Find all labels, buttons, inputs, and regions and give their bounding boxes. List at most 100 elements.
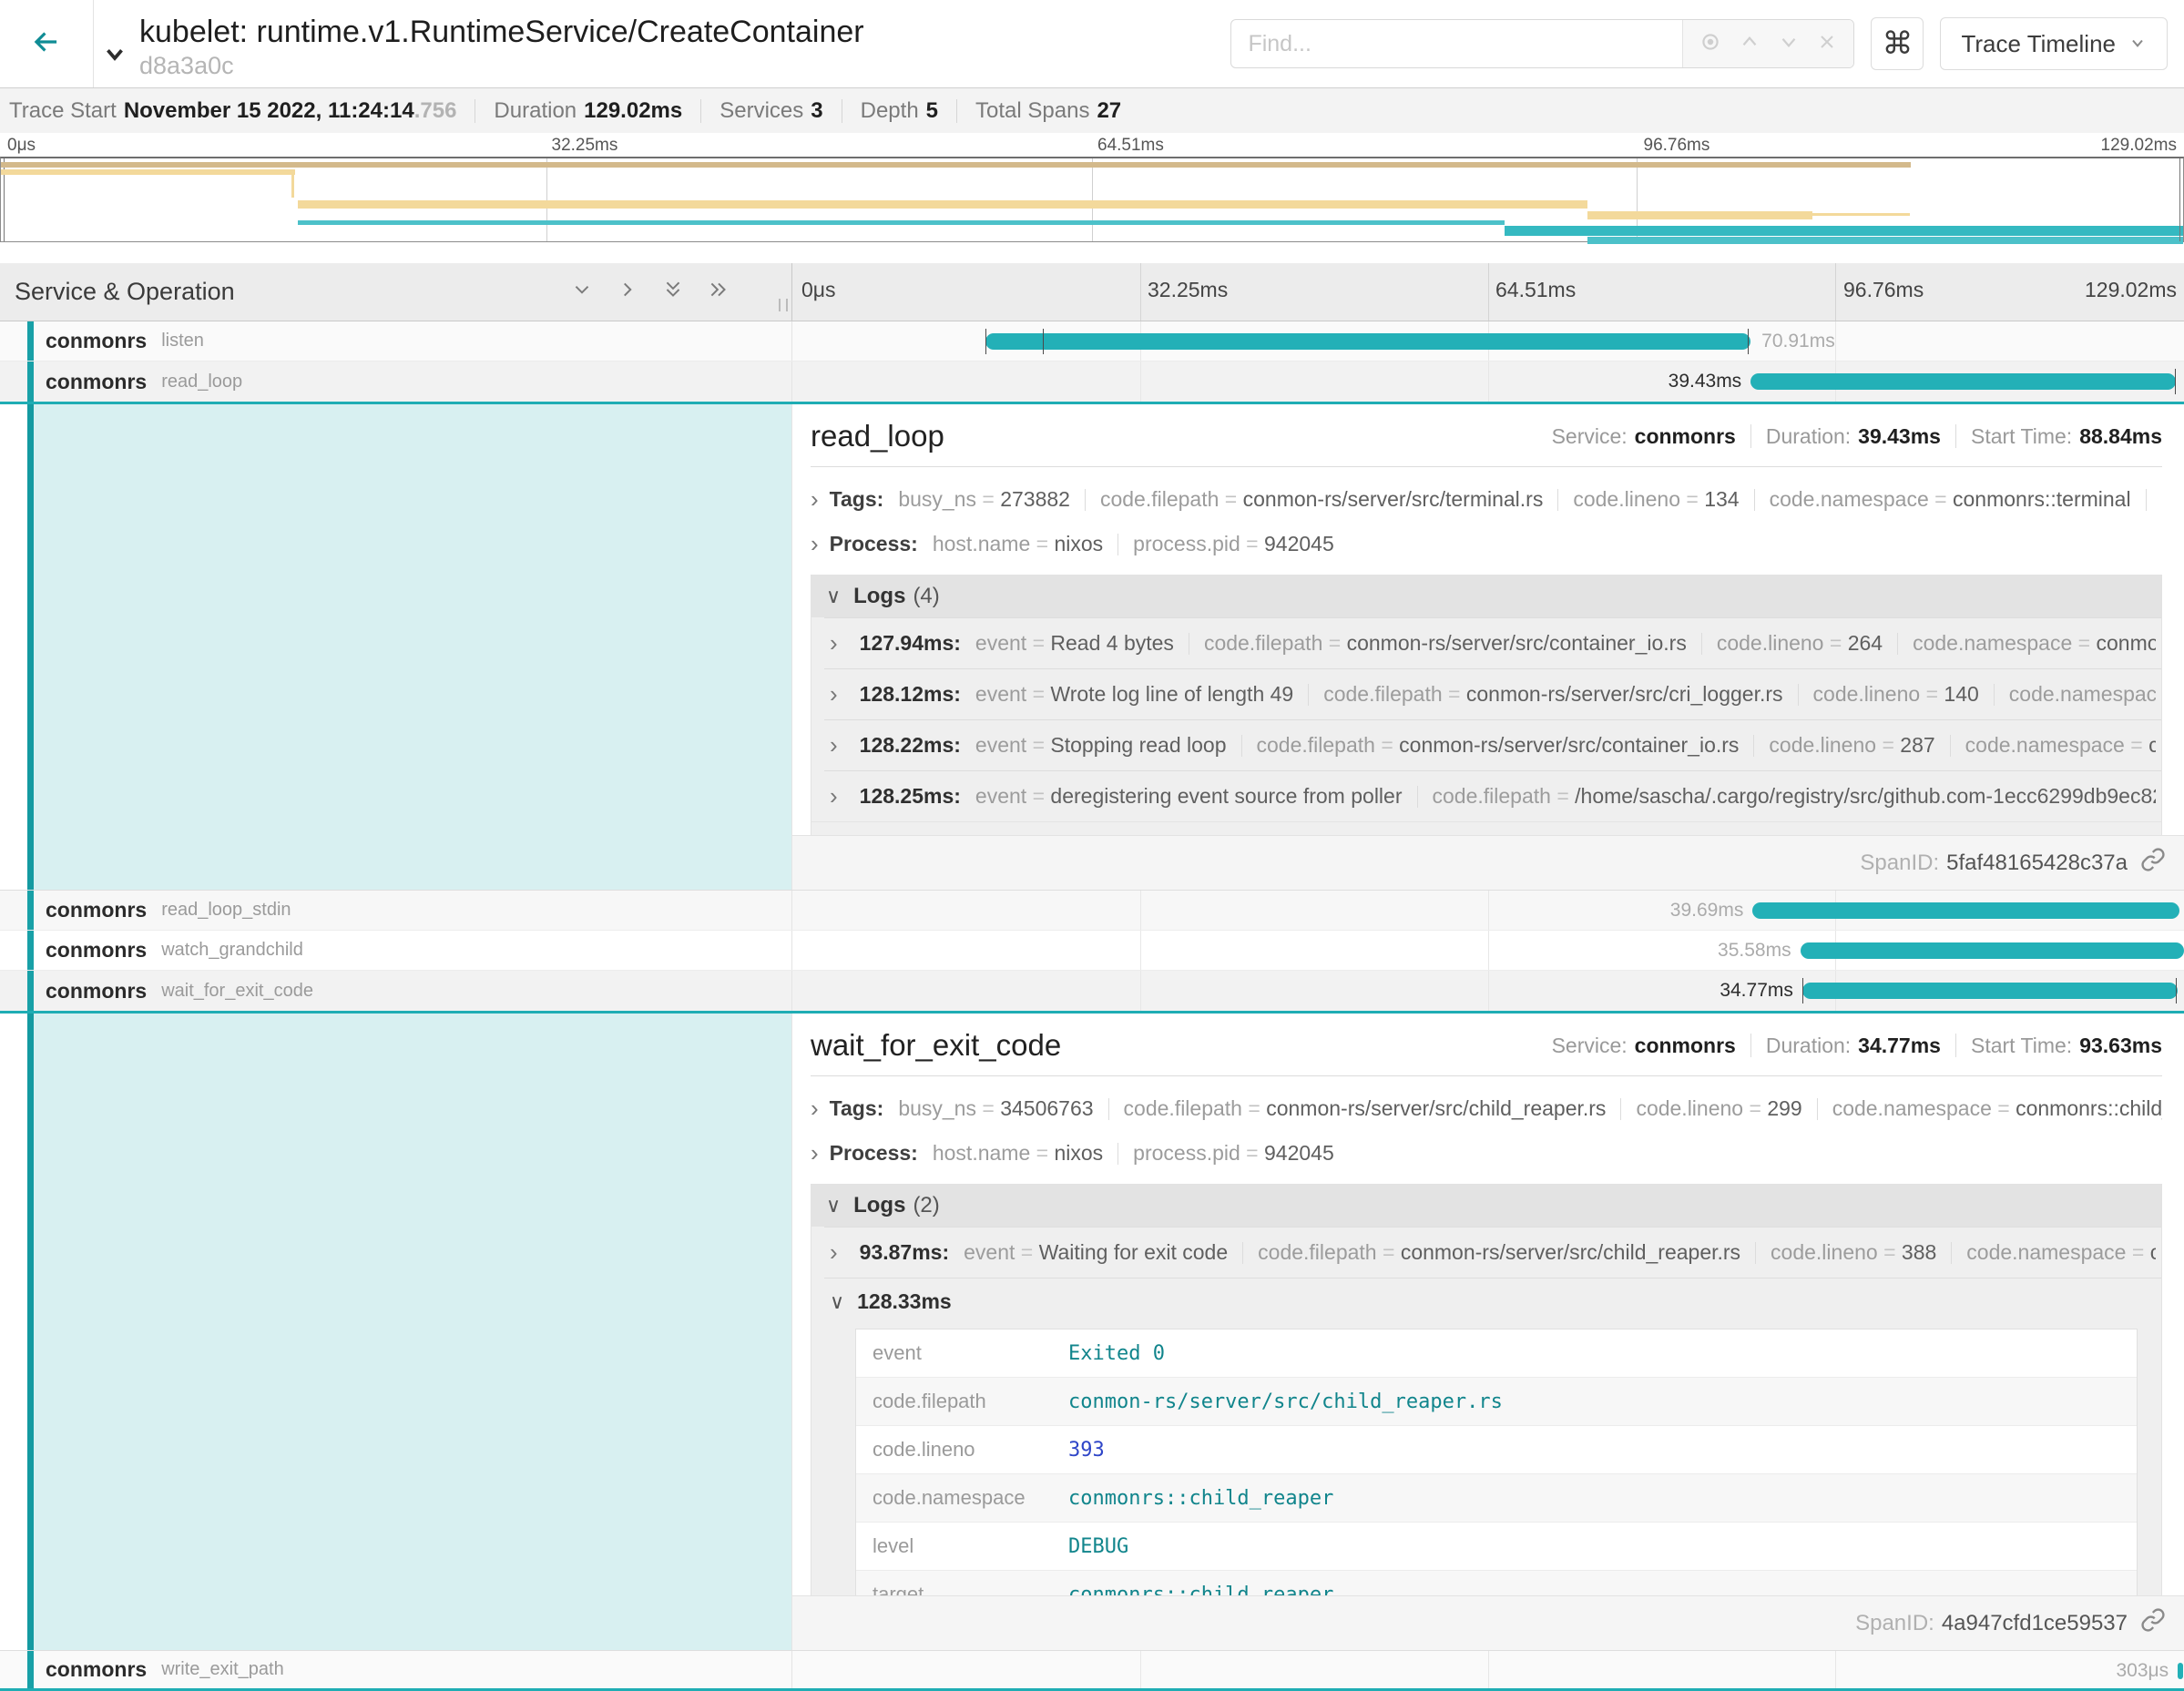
process-row[interactable]: › Process: host.name = nixosprocess.pid … bbox=[811, 530, 2162, 558]
field-key: code.namespace bbox=[1966, 1240, 2126, 1264]
field-divider bbox=[1897, 633, 1898, 655]
field-equals: = bbox=[1026, 682, 1050, 706]
find-clear-icon[interactable] bbox=[1816, 31, 1838, 57]
kv-field: code.lineno = 388 bbox=[1771, 1240, 1936, 1265]
span-duration-bar[interactable] bbox=[985, 333, 1750, 350]
minimap-span-bar bbox=[298, 220, 1505, 225]
link-icon[interactable] bbox=[2140, 847, 2166, 879]
expand-one-icon[interactable] bbox=[617, 279, 638, 305]
span-name-cell[interactable]: conmonrs listen bbox=[0, 321, 792, 361]
span-duration-label: 303μs bbox=[2116, 1651, 2169, 1691]
column-resize-grip[interactable] bbox=[779, 299, 788, 311]
span-row-watch-grandchild[interactable]: conmonrs watch_grandchild 35.58ms bbox=[0, 931, 2184, 971]
summary-item: Trace StartNovember 15 2022, 11:24:14.75… bbox=[9, 98, 456, 124]
expanded-log-header[interactable]: ∨ 128.33ms bbox=[830, 1289, 2156, 1314]
span-bar-cell[interactable]: 39.43ms bbox=[792, 362, 2184, 402]
trace-view-selector[interactable]: Trace Timeline bbox=[1940, 17, 2168, 70]
keyboard-shortcuts-button[interactable]: ⌘ bbox=[1871, 17, 1924, 70]
span-name-cell[interactable]: conmonrs read_loop_stdin bbox=[0, 891, 792, 930]
kv-field: event = Read 4 bytes bbox=[975, 631, 1174, 656]
field-value: nixos bbox=[1054, 1141, 1103, 1165]
find-next-icon[interactable] bbox=[1777, 30, 1801, 58]
back-button[interactable] bbox=[0, 0, 94, 87]
span-bar-cell[interactable]: 70.91ms bbox=[792, 321, 2184, 361]
log-row[interactable]: ›128.25ms:event = deregistering event so… bbox=[824, 770, 2161, 821]
span-bar-cell[interactable]: 303μs bbox=[792, 1651, 2184, 1688]
span-bar-cell[interactable]: 35.58ms bbox=[792, 931, 2184, 970]
log-field-row: levelDEBUG bbox=[856, 1523, 2137, 1571]
span-name-cell[interactable]: conmonrs watch_grandchild bbox=[0, 931, 792, 970]
span-duration-label: 34.77ms bbox=[1720, 971, 1793, 1011]
trace-minimap[interactable] bbox=[0, 157, 2184, 242]
log-row[interactable]: ›128.22ms:event = Stopping read loopcode… bbox=[824, 719, 2161, 770]
span-row-read-loop-stdin[interactable]: conmonrs read_loop_stdin 39.69ms bbox=[0, 891, 2184, 931]
span-bar-cell[interactable]: 39.69ms bbox=[792, 891, 2184, 930]
span-bar-cell[interactable]: 34.77ms bbox=[792, 971, 2184, 1011]
log-field-key: code.filepath bbox=[873, 1390, 1068, 1413]
field-key: event bbox=[975, 733, 1026, 757]
meta-value: conmonrs bbox=[1635, 1034, 1736, 1058]
operation-name: read_loop bbox=[161, 372, 242, 392]
span-row-read-loop[interactable]: conmonrs read_loop 39.43ms bbox=[0, 362, 2184, 402]
log-fields: event = Read 4 bytescode.filepath = conm… bbox=[975, 631, 2156, 656]
kv-field: code.filepath = conmon-rs/server/src/chi… bbox=[1124, 1096, 1607, 1121]
field-key: code.namespace bbox=[1770, 487, 1929, 511]
field-key: code.filepath bbox=[1100, 487, 1219, 511]
logs-header[interactable]: ∨ Logs (4) bbox=[811, 576, 2161, 617]
focus-target-icon[interactable] bbox=[1699, 30, 1722, 58]
span-duration-bar[interactable] bbox=[2178, 1663, 2183, 1679]
summary-value-suffix: .756 bbox=[414, 98, 457, 123]
field-divider bbox=[1950, 735, 1951, 757]
expand-all-icon[interactable] bbox=[708, 279, 730, 305]
chevron-down-icon[interactable] bbox=[101, 40, 128, 72]
find-input[interactable] bbox=[1231, 20, 1682, 67]
span-duration-bar[interactable] bbox=[1750, 373, 2176, 390]
meta-label: Duration: bbox=[1766, 1034, 1851, 1058]
field-equals: = bbox=[1823, 631, 1847, 655]
back-arrow-icon bbox=[29, 25, 64, 64]
span-duration-bar[interactable] bbox=[1752, 902, 2179, 919]
log-row[interactable]: ›128.12ms:event = Wrote log line of leng… bbox=[824, 668, 2161, 719]
kv-field: code.namespace = conmon… bbox=[1965, 733, 2156, 758]
span-name-cell[interactable]: conmonrs wait_for_exit_code bbox=[0, 971, 792, 1011]
chevron-right-icon: › bbox=[830, 731, 838, 759]
summary-label: Duration bbox=[494, 98, 577, 123]
span-row-wait-for-exit-code[interactable]: conmonrs wait_for_exit_code 34.77ms bbox=[0, 971, 2184, 1011]
span-duration-bar[interactable] bbox=[1801, 942, 2184, 959]
span-row-listen[interactable]: conmonrs listen 70.91ms bbox=[0, 321, 2184, 362]
tags-row[interactable]: › Tags: busy_ns = 34506763code.filepath … bbox=[811, 1095, 2162, 1123]
kv-field: code.namespace = conmonrs::child_reap… bbox=[1832, 1096, 2162, 1121]
find-prev-icon[interactable] bbox=[1738, 30, 1761, 58]
span-duration-label: 35.58ms bbox=[1718, 931, 1791, 971]
kv-field: event = deregistering event source from … bbox=[975, 784, 1403, 809]
tags-row[interactable]: › Tags: busy_ns = 273882code.filepath = … bbox=[811, 485, 2162, 514]
field-divider bbox=[1241, 735, 1242, 757]
meta-value: conmonrs bbox=[1635, 424, 1736, 449]
field-equals: = bbox=[1015, 1240, 1038, 1264]
logs-header[interactable]: ∨ Logs (2) bbox=[811, 1185, 2161, 1227]
log-row[interactable]: ›93.87ms:event = Waiting for exit codeco… bbox=[824, 1227, 2161, 1278]
field-key: busy_ns bbox=[898, 487, 976, 511]
ruler-tick: 0μs bbox=[7, 136, 36, 156]
ruler-tick: 64.51ms bbox=[1097, 136, 1164, 156]
ruler-tick: 32.25ms bbox=[552, 136, 618, 156]
span-row-write-exit-path[interactable]: conmonrs write_exit_path 303μs bbox=[0, 1651, 2184, 1691]
field-value: 388 bbox=[1902, 1240, 1936, 1264]
field-value: conmonrs::child_reap… bbox=[2016, 1096, 2162, 1120]
chevron-down-icon: ∨ bbox=[826, 585, 841, 608]
minimap-span-bar bbox=[1587, 237, 2183, 244]
operation-name: wait_for_exit_code bbox=[161, 981, 313, 1002]
log-row[interactable]: ›127.94ms:event = Read 4 bytescode.filep… bbox=[824, 617, 2161, 668]
span-name-cell[interactable]: conmonrs write_exit_path bbox=[0, 1651, 792, 1688]
span-duration-bar[interactable] bbox=[1802, 983, 2178, 999]
trace-summary-bar: Trace StartNovember 15 2022, 11:24:14.75… bbox=[0, 87, 2184, 133]
collapse-one-icon[interactable] bbox=[571, 279, 593, 305]
collapse-all-icon[interactable] bbox=[662, 279, 684, 305]
field-divider bbox=[1242, 1242, 1243, 1264]
process-row[interactable]: › Process: host.name = nixosprocess.pid … bbox=[811, 1139, 2162, 1167]
span-name-cell[interactable]: conmonrs read_loop bbox=[0, 362, 792, 402]
field-value: conmon-rs/server/src/cri_logger.rs bbox=[1466, 682, 1783, 706]
link-icon[interactable] bbox=[2140, 1607, 2166, 1639]
field-divider bbox=[2146, 489, 2147, 511]
chevron-right-icon: › bbox=[811, 485, 819, 514]
